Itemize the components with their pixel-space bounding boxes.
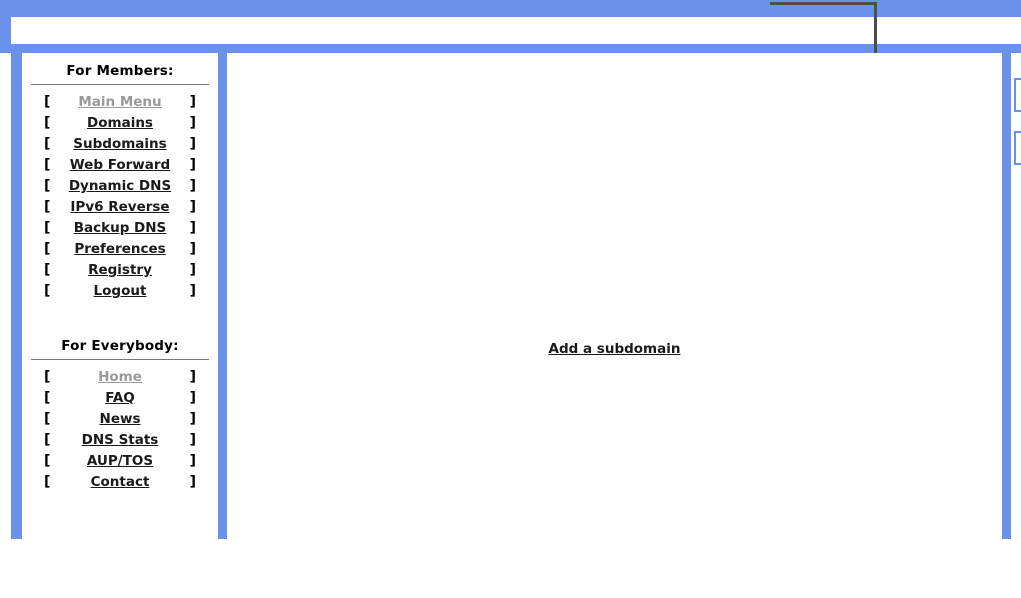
sidebar-heading-everybody: For Everybody:	[61, 338, 179, 354]
bracket-close: ]	[189, 178, 196, 194]
sidebar-item-label-web-forward[interactable]: Web Forward	[50, 155, 189, 176]
sidebar-heading-members: For Members:	[66, 63, 174, 79]
bracket-close: ]	[189, 220, 196, 236]
bracket-close: ]	[189, 136, 196, 152]
sidebar-item-subdomains[interactable]: [ Subdomains ]	[22, 134, 218, 155]
sidebar-members-divider	[31, 84, 209, 85]
sidebar-item-aup-tos[interactable]: [ AUP/TOS ]	[22, 451, 218, 472]
sidebar-navigation: For Members: [ Main Menu ] [ Domains ] […	[22, 53, 218, 539]
bracket-close: ]	[189, 411, 196, 427]
sidebar-item-label-preferences[interactable]: Preferences	[50, 239, 189, 260]
bracket-close: ]	[189, 369, 196, 385]
frame-artifact-horizontal-line	[770, 2, 877, 5]
sidebar-item-label-registry[interactable]: Registry	[50, 260, 189, 281]
sidebar-section-gap	[22, 302, 218, 328]
bracket-close: ]	[189, 115, 196, 131]
sidebar-item-backup-dns[interactable]: [ Backup DNS ]	[22, 218, 218, 239]
main-content: Add a subdomain	[227, 53, 1002, 539]
bracket-close: ]	[189, 241, 196, 257]
content-right-rail	[1002, 53, 1011, 539]
header-inner-area	[11, 17, 1021, 44]
sidebar-item-news[interactable]: [ News ]	[22, 409, 218, 430]
sidebar-item-domains[interactable]: [ Domains ]	[22, 113, 218, 134]
bracket-close: ]	[189, 474, 196, 490]
right-panel-item[interactable]	[1014, 131, 1021, 165]
sidebar-item-home[interactable]: [ Home ]	[22, 367, 218, 388]
sidebar-item-main-menu[interactable]: [ Main Menu ]	[22, 92, 218, 113]
bracket-close: ]	[189, 94, 196, 110]
sidebar-item-label-aup-tos[interactable]: AUP/TOS	[50, 451, 189, 472]
sidebar-item-logout[interactable]: [ Logout ]	[22, 281, 218, 302]
sidebar-item-web-forward[interactable]: [ Web Forward ]	[22, 155, 218, 176]
right-panel-item[interactable]	[1014, 78, 1021, 112]
sidebar-item-label-backup-dns[interactable]: Backup DNS	[50, 218, 189, 239]
header-bottom-band	[0, 44, 1021, 53]
right-panel-cutoff	[1011, 53, 1021, 539]
page-viewport: For Members: [ Main Menu ] [ Domains ] […	[0, 0, 1021, 539]
bracket-close: ]	[189, 157, 196, 173]
sidebar-everybody-list: [ Home ] [ FAQ ] [ News ] [ DNS Stats ] …	[22, 367, 218, 493]
sidebar-item-dynamic-dns[interactable]: [ Dynamic DNS ]	[22, 176, 218, 197]
sidebar-item-label-domains[interactable]: Domains	[50, 113, 189, 134]
bracket-close: ]	[189, 432, 196, 448]
sidebar-item-dns-stats[interactable]: [ DNS Stats ]	[22, 430, 218, 451]
sidebar-item-registry[interactable]: [ Registry ]	[22, 260, 218, 281]
sidebar-item-contact[interactable]: [ Contact ]	[22, 472, 218, 493]
sidebar-everybody-divider	[31, 359, 209, 360]
sidebar-item-label-main-menu[interactable]: Main Menu	[50, 92, 189, 113]
sidebar-item-label-logout[interactable]: Logout	[50, 281, 189, 302]
add-subdomain-link[interactable]: Add a subdomain	[549, 341, 681, 357]
bracket-close: ]	[189, 283, 196, 299]
sidebar-item-faq[interactable]: [ FAQ ]	[22, 388, 218, 409]
body-left-rail	[11, 53, 22, 539]
sidebar-item-label-news[interactable]: News	[50, 409, 189, 430]
sidebar-item-label-dynamic-dns[interactable]: Dynamic DNS	[50, 177, 189, 196]
below-page-area	[0, 539, 1021, 598]
sidebar-item-label-faq[interactable]: FAQ	[50, 388, 189, 409]
sidebar-item-label-contact[interactable]: Contact	[50, 472, 189, 493]
bracket-close: ]	[189, 262, 196, 278]
sidebar-item-label-subdomains[interactable]: Subdomains	[50, 134, 189, 155]
bracket-close: ]	[189, 390, 196, 406]
sidebar-item-label-home[interactable]: Home	[50, 367, 189, 388]
sidebar-item-preferences[interactable]: [ Preferences ]	[22, 239, 218, 260]
sidebar-item-label-dns-stats[interactable]: DNS Stats	[50, 430, 189, 451]
bracket-close: ]	[189, 453, 196, 469]
sidebar-members-list: [ Main Menu ] [ Domains ] [ Subdomains ]…	[22, 92, 218, 302]
add-subdomain-wrap: Add a subdomain	[227, 341, 1002, 357]
sidebar-item-ipv6-reverse[interactable]: [ IPv6 Reverse ]	[22, 197, 218, 218]
bracket-close: ]	[189, 199, 196, 215]
sidebar-right-rail	[218, 53, 227, 539]
sidebar-item-label-ipv6-reverse[interactable]: IPv6 Reverse	[50, 197, 189, 218]
